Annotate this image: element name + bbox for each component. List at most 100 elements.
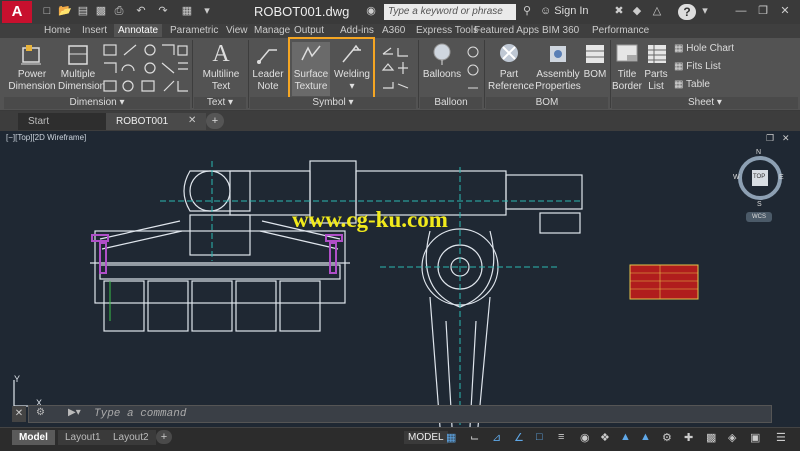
balloon-extra-tools[interactable] [464,44,482,96]
tab-bim-360[interactable]: BIM 360 [538,24,583,37]
panel-dimension[interactable]: Dimension ▾ [4,97,190,109]
tab-model[interactable]: Model [12,430,55,445]
annotation-visibility-icon[interactable]: ▲ [640,431,652,443]
stay-connected-icon[interactable]: △ [650,5,664,18]
fits-list-icon: ▦ [674,61,687,72]
add-layout-icon[interactable]: + [156,430,172,444]
part-reference-button[interactable]: Part Reference [488,42,534,96]
bom-button[interactable]: BOM [582,42,608,96]
command-options-icon[interactable]: ⚙ [36,407,45,418]
tab-add-ins[interactable]: Add-ins [336,24,378,37]
transparency-icon[interactable]: ◉ [580,431,592,444]
close-tab-icon[interactable]: ✕ [188,115,196,126]
wcs-menu[interactable]: WCS [746,212,772,222]
hole-chart-button[interactable]: ▦ Hole Chart [674,43,734,54]
multiple-dimension-button[interactable]: Multiple Dimension [58,42,105,96]
assembly-properties-icon [550,46,566,62]
user-icon: ☺ [540,5,555,17]
annotation-monitor-icon[interactable]: ✚ [684,431,696,444]
tab-start[interactable]: Start [18,113,118,130]
tab-performance[interactable]: Performance [588,24,653,37]
tab-layout2[interactable]: Layout2 [106,430,156,445]
power-dimension-button[interactable]: Power Dimension [8,42,56,96]
parts-list-button[interactable]: Parts List [644,42,668,96]
print-icon[interactable]: ⎙ [112,5,126,18]
tab-insert[interactable]: Insert [78,24,111,37]
search-input[interactable]: Type a keyword or phrase [384,4,516,20]
selection-cycling-icon[interactable]: ❖ [600,431,612,444]
help-button[interactable]: ? [678,4,696,20]
panel-text[interactable]: Text ▾ [194,97,246,109]
multiple-dimension-icon [68,45,88,65]
polar-icon[interactable]: ∠ [514,431,526,444]
save-as-icon[interactable]: ▩ [94,5,108,18]
a360-icon[interactable]: ◆ [630,5,644,18]
dimension-tools-grid[interactable] [102,43,190,95]
undo-icon[interactable]: ↶ [134,5,148,18]
title-border-button[interactable]: Title Border [612,42,642,96]
new-file-icon[interactable]: □ [40,5,54,18]
restore-icon[interactable]: ❐ [756,5,770,18]
tab-a360[interactable]: A360 [378,24,409,37]
isolate-objects-icon[interactable]: ▩ [706,431,718,444]
panel-sheet-label: Sheet [688,97,715,108]
tab-output[interactable]: Output [290,24,328,37]
fits-list-button[interactable]: ▦ Fits List [674,61,721,72]
application-menu-button[interactable]: A [2,1,32,23]
tab-home[interactable]: Home [40,24,75,37]
workspace-icon[interactable]: ⚙ [662,431,674,444]
redo-icon[interactable]: ↷ [156,5,170,18]
viewcube-north[interactable]: N [756,149,761,156]
command-input[interactable]: Type a command [94,408,186,420]
command-line-close-icon[interactable]: ✕ [12,406,26,422]
annotation-scale-icon[interactable]: ▲ [620,431,632,443]
close-icon[interactable]: ✕ [778,5,792,18]
minimize-icon[interactable]: — [734,5,748,18]
tab-featured-apps[interactable]: Featured Apps [470,24,543,37]
snap-icon[interactable]: ⌙ [470,431,482,444]
tab-manage[interactable]: Manage [250,24,294,37]
multiline-text-button[interactable]: A Multiline Text [198,42,244,96]
save-icon[interactable]: ▤ [76,5,90,18]
new-tab-plus-icon[interactable]: + [206,113,224,129]
viewcube-west[interactable]: W [733,174,740,181]
panel-dimension-label: Dimension [69,97,117,108]
help-dropdown-icon[interactable]: ▾ [698,5,712,18]
panel-bom[interactable]: BOM [486,97,608,109]
viewcube-top-face[interactable]: TOP [753,174,765,180]
grid-icon[interactable]: ▦ [446,431,458,444]
clean-screen-icon[interactable]: ▣ [750,431,762,444]
tab-parametric[interactable]: Parametric [166,24,222,37]
balloons-button[interactable]: Balloons [422,42,462,96]
qat-dropdown-icon[interactable]: ▾ [200,5,214,18]
panel-symbol[interactable]: Symbol ▾ [250,97,416,109]
balloons-label: Balloons [422,69,462,80]
assembly-properties-button[interactable]: Assembly Properties [534,42,582,96]
table-button[interactable]: ▦ Table [674,79,710,90]
osnap-icon[interactable]: □ [536,431,548,443]
symbol-panel-highlight [288,37,375,99]
search-icon[interactable]: ⚲ [520,5,534,18]
exchange-apps-icon[interactable]: ✖ [612,5,626,18]
viewcube-south[interactable]: S [757,201,762,208]
hole-chart-icon: ▦ [674,43,687,54]
lineweight-icon[interactable]: ≡ [558,431,570,443]
tab-layout1[interactable]: Layout1 [58,430,108,445]
binoculars-icon[interactable]: ◉ [364,5,378,18]
panel-balloon[interactable]: Balloon [420,97,482,109]
leader-note-button[interactable]: Leader Note [250,42,286,96]
hardware-acceleration-icon[interactable]: ◈ [728,431,740,444]
sign-in-button[interactable]: ☺ Sign In [540,5,589,17]
viewcube-east[interactable]: E [779,174,784,181]
workspace-switch-icon[interactable]: ▦ [180,5,194,18]
tab-annotate[interactable]: Annotate [114,24,163,37]
panel-sheet[interactable]: Sheet ▾ [612,97,798,109]
customization-icon[interactable]: ☰ [776,431,788,444]
open-file-icon[interactable]: 📂 [58,5,72,18]
tab-view[interactable]: View [222,24,252,37]
ortho-icon[interactable]: ⊿ [492,431,504,444]
model-space-button[interactable]: MODEL [404,431,448,444]
command-prompt-icon[interactable]: ▶▾ [68,407,81,418]
parts-list-icon [648,45,666,63]
symbol-extra-tools[interactable] [380,44,414,96]
